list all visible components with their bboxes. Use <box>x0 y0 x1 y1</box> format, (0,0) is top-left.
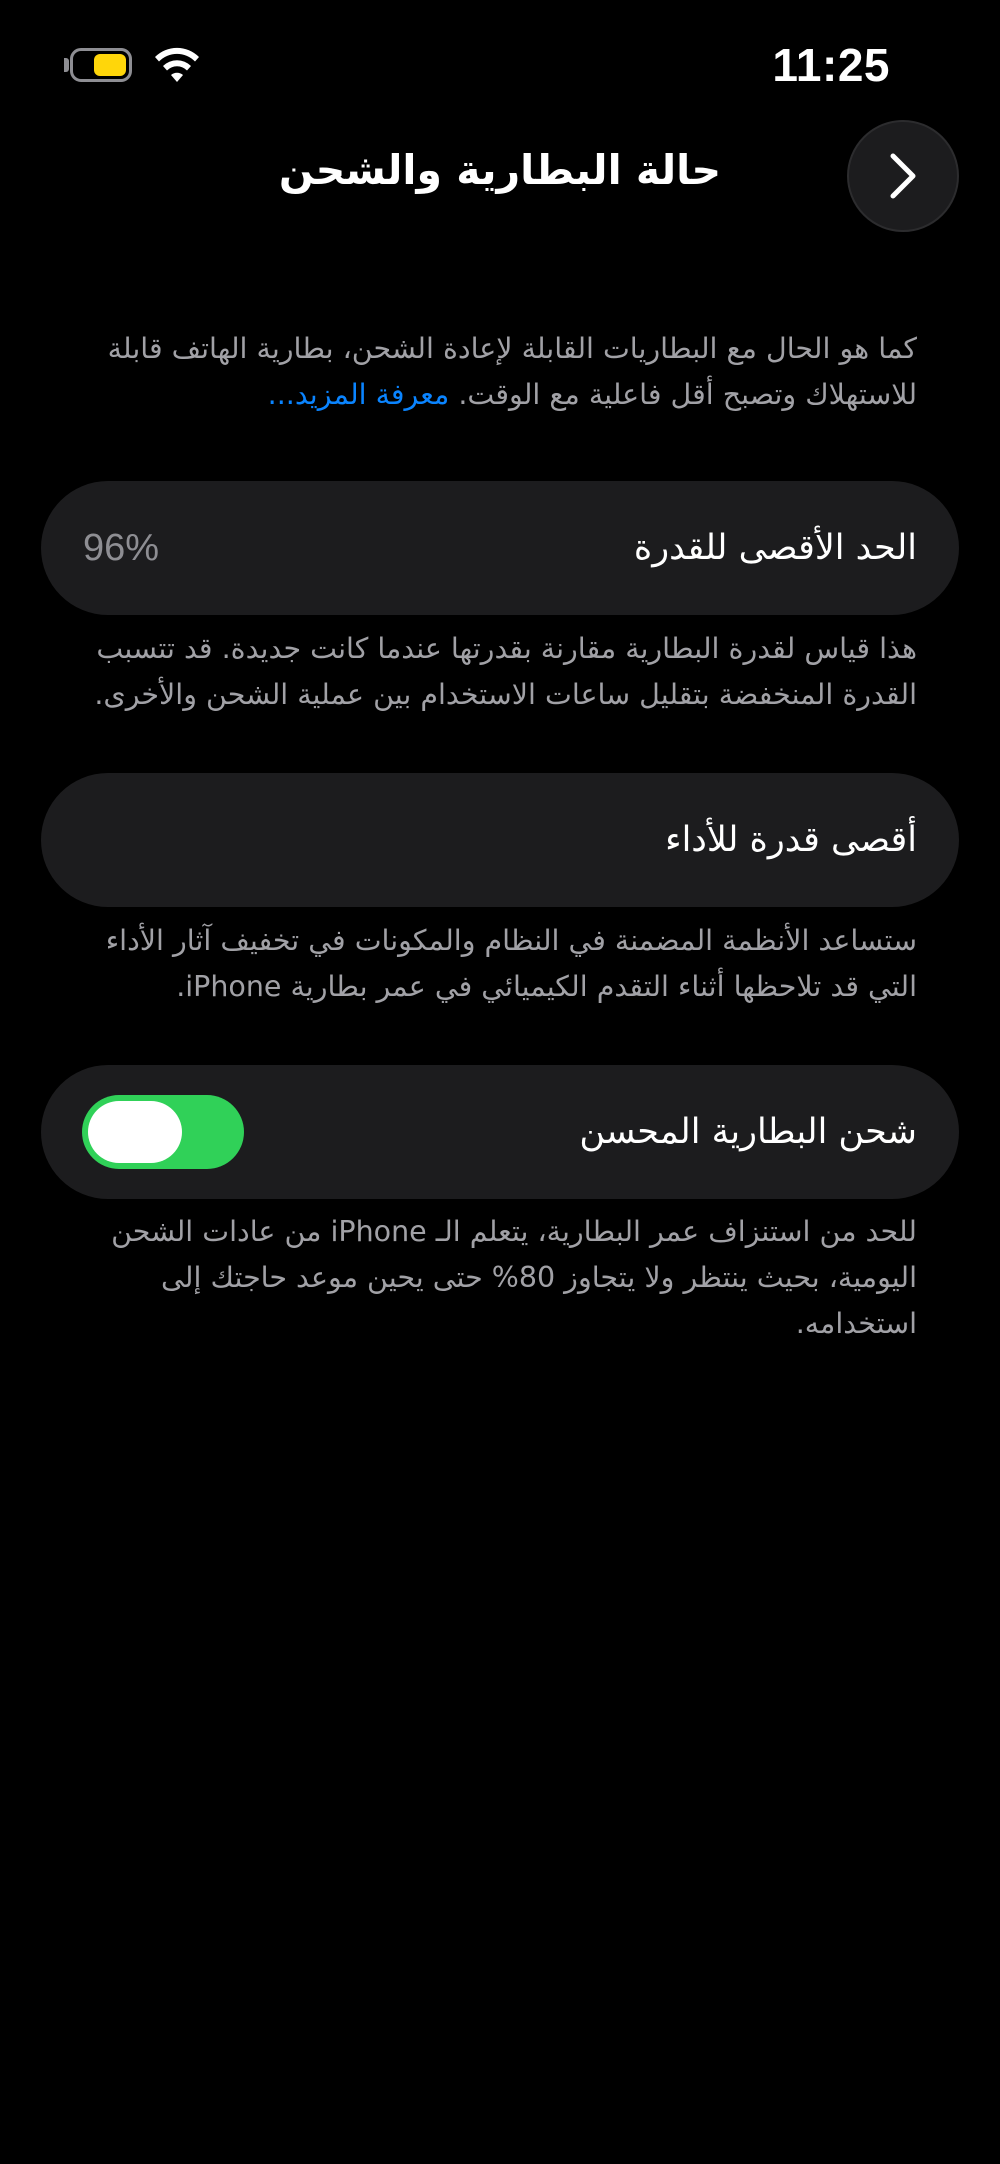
page-title: حالة البطارية والشحن <box>278 146 722 194</box>
learn-more-link[interactable]: معرفة المزيد... <box>268 378 450 411</box>
peak-performance-note-line-2: التي قد تلاحظها أثناء التقدم الكيميائي ف… <box>176 970 917 1003</box>
optimized-charging-toggle[interactable] <box>82 1095 244 1169</box>
optimized-charging-note: للحد من استنزاف عمر البطارية، يتعلم الـ … <box>37 1209 917 1347</box>
maximum-capacity-value: 96% <box>83 527 160 569</box>
optimized-charging-note-line-1: للحد من استنزاف عمر البطارية، يتعلم الـ … <box>111 1215 917 1248</box>
optimized-charging-note-line-3: استخدامه. <box>795 1307 917 1340</box>
battery-level-fill <box>94 54 126 76</box>
battery-nub <box>64 58 69 72</box>
battery-icon <box>70 48 132 82</box>
chevron-right-icon <box>890 153 916 199</box>
optimized-charging-note-line-2: اليومية، بحيث ينتظر ولا يتجاوز 80% حتى ي… <box>161 1261 917 1294</box>
intro-line-1: كما هو الحال مع البطاريات القابلة لإعادة… <box>107 332 917 365</box>
intro-line-2-text: للاستهلاك وتصبح أقل فاعلية مع الوقت. <box>458 378 917 411</box>
toggle-knob <box>88 1101 182 1163</box>
peak-performance-label: أقصى قدرة للأداء <box>665 820 917 860</box>
peak-performance-cell: أقصى قدرة للأداء <box>41 773 959 907</box>
maximum-capacity-label: الحد الأقصى للقدرة <box>633 528 917 568</box>
status-bar: 11:25 <box>0 0 1000 130</box>
optimized-charging-cell: شحن البطارية المحسن <box>41 1065 959 1199</box>
back-button[interactable] <box>847 120 959 232</box>
intro-line-2: للاستهلاك وتصبح أقل فاعلية مع الوقت. معر… <box>37 372 917 418</box>
maximum-capacity-cell: الحد الأقصى للقدرة 96% <box>41 481 959 615</box>
status-time: 11:25 <box>772 39 890 91</box>
maximum-capacity-note: هذا قياس لقدرة البطارية مقارنة بقدرتها ع… <box>37 626 917 718</box>
maximum-capacity-note-line-1: هذا قياس لقدرة البطارية مقارنة بقدرتها ع… <box>96 632 917 665</box>
peak-performance-note-line-1: ستساعد الأنظمة المضمنة في النظام والمكون… <box>105 924 917 957</box>
wifi-icon <box>155 47 199 82</box>
optimized-charging-label: شحن البطارية المحسن <box>579 1112 917 1152</box>
intro-description: كما هو الحال مع البطاريات القابلة لإعادة… <box>37 326 917 418</box>
peak-performance-note: ستساعد الأنظمة المضمنة في النظام والمكون… <box>37 918 917 1010</box>
maximum-capacity-note-line-2: القدرة المنخفضة بتقليل ساعات الاستخدام ب… <box>94 678 917 711</box>
